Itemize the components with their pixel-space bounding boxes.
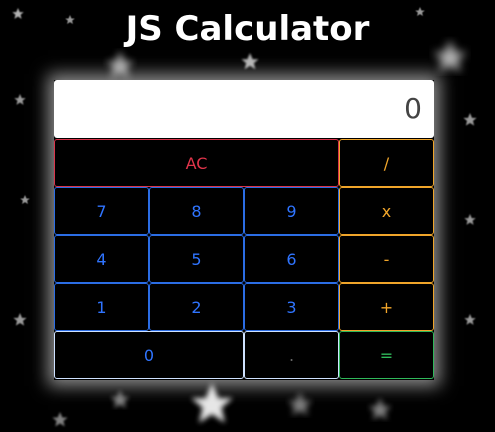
- subtract-button[interactable]: -: [339, 235, 434, 283]
- clear-button[interactable]: AC: [54, 139, 339, 187]
- five-button[interactable]: 5: [149, 235, 244, 283]
- calculator: 0 AC / 7 8 9 x 4 5 6 - 1 2 3 + 0 . =: [54, 80, 434, 380]
- two-button[interactable]: 2: [149, 283, 244, 331]
- multiply-button[interactable]: x: [339, 187, 434, 235]
- nine-button[interactable]: 9: [244, 187, 339, 235]
- calculator-page: JS Calculator 0 AC / 7 8 9 x 4 5 6 - 1 2…: [0, 0, 495, 432]
- six-button[interactable]: 6: [244, 235, 339, 283]
- calculator-display: 0: [54, 80, 434, 138]
- one-button[interactable]: 1: [54, 283, 149, 331]
- four-button[interactable]: 4: [54, 235, 149, 283]
- equals-button[interactable]: =: [339, 331, 434, 379]
- zero-button[interactable]: 0: [54, 331, 244, 379]
- decimal-button[interactable]: .: [244, 331, 339, 379]
- divide-button[interactable]: /: [339, 139, 434, 187]
- add-button[interactable]: +: [339, 283, 434, 331]
- three-button[interactable]: 3: [244, 283, 339, 331]
- seven-button[interactable]: 7: [54, 187, 149, 235]
- eight-button[interactable]: 8: [149, 187, 244, 235]
- page-title: JS Calculator: [125, 9, 370, 49]
